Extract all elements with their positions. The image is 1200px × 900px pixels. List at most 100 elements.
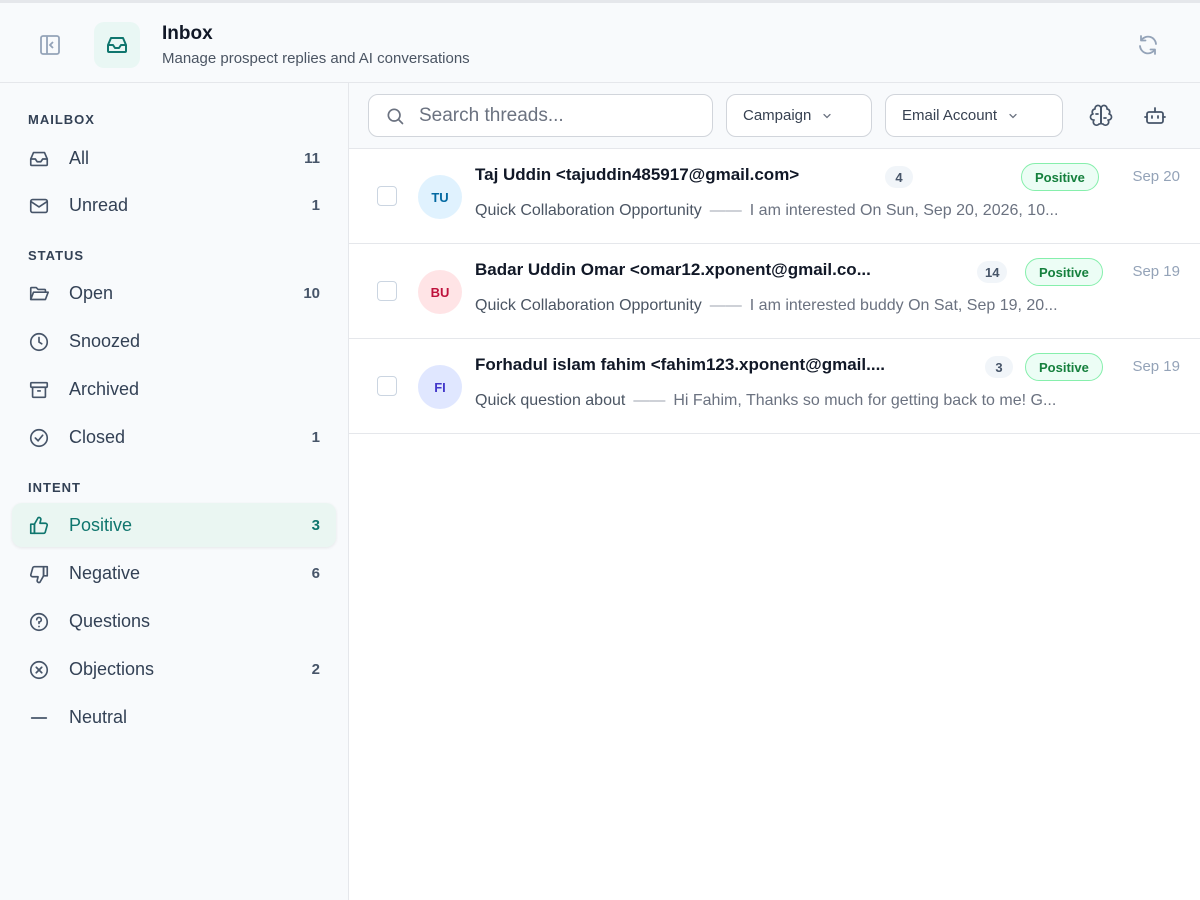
thread-message-count: 3 xyxy=(985,356,1013,378)
check-circle-icon xyxy=(29,428,49,448)
brain-icon xyxy=(1089,104,1113,127)
ai-bot-button[interactable] xyxy=(1143,104,1167,128)
sidebar-collapse-icon xyxy=(40,35,60,55)
sidebar-item-count: 1 xyxy=(311,428,320,446)
search-icon xyxy=(387,108,404,125)
thread-row[interactable]: FI Forhadul islam fahim <fahim123.xponen… xyxy=(349,339,1200,434)
sidebar-item-snoozed[interactable]: Snoozed xyxy=(12,319,336,363)
inbox-icon xyxy=(29,151,49,167)
page-header: Inbox Manage prospect replies and AI con… xyxy=(0,0,1200,83)
thread-date: Sep 20 xyxy=(1132,168,1180,185)
sidebar-item-label: Open xyxy=(69,282,114,303)
intent-badge: Positive xyxy=(1021,163,1099,191)
section-label-mailbox: MAILBOX xyxy=(28,112,95,127)
sidebar-item-label: Neutral xyxy=(69,706,128,727)
sidebar-item-label: Archived xyxy=(69,378,140,399)
inbox-icon xyxy=(107,37,127,53)
help-circle-icon xyxy=(29,612,49,632)
clock-icon xyxy=(29,332,49,352)
archive-icon xyxy=(29,381,49,399)
sidebar: MAILBOX All 11 Unread 1 STATUS Open 10 S… xyxy=(0,83,349,900)
sidebar-item-count: 2 xyxy=(311,660,320,678)
sidebar-item-count: 10 xyxy=(303,284,320,302)
sidebar-item-open[interactable]: Open 10 xyxy=(12,271,336,315)
sidebar-item-label: Questions xyxy=(69,610,151,631)
sidebar-item-objections[interactable]: Objections 2 xyxy=(12,647,336,691)
thread-snippet: I am interested buddy On Sat, Sep 19, 20… xyxy=(749,297,1058,314)
thread-select-checkbox[interactable] xyxy=(377,376,397,396)
intent-badge: Positive xyxy=(1025,353,1103,381)
sidebar-item-label: Objections xyxy=(69,658,155,679)
sidebar-item-count: 11 xyxy=(304,149,320,167)
email-account-dropdown-label: Email Account xyxy=(902,107,998,124)
avatar: TU xyxy=(418,175,462,219)
campaign-dropdown-label: Campaign xyxy=(743,107,812,124)
thread-snippet: Hi Fahim, Thanks so much for getting bac… xyxy=(673,392,1057,409)
thread-snippet: I am interested On Sun, Sep 20, 2026, 10… xyxy=(749,202,1059,219)
ai-brain-button[interactable] xyxy=(1089,104,1113,128)
thread-subject: Quick Collaboration Opportunity xyxy=(475,202,702,219)
sidebar-item-unread[interactable]: Unread 1 xyxy=(12,183,336,227)
thread-row[interactable]: BU Badar Uddin Omar <omar12.xponent@gmai… xyxy=(349,244,1200,339)
minus-icon xyxy=(30,717,48,719)
campaign-dropdown[interactable]: Campaign xyxy=(726,94,872,137)
search-box xyxy=(368,94,713,137)
inbox-badge xyxy=(94,22,140,68)
thread-preview: Quick question about —— Hi Fahim, Thanks s… xyxy=(475,392,1179,410)
avatar: FI xyxy=(418,365,462,409)
thread-select-checkbox[interactable] xyxy=(377,186,397,206)
thread-preview: Quick Collaboration Opportunity —— I am in… xyxy=(475,202,1179,220)
thread-date: Sep 19 xyxy=(1132,358,1180,375)
thread-message-count: 4 xyxy=(885,166,913,188)
page-title: Inbox xyxy=(162,23,213,44)
refresh-button[interactable] xyxy=(1134,31,1162,59)
sidebar-item-questions[interactable]: Questions xyxy=(12,599,336,643)
inbox-app: Inbox Manage prospect replies and AI con… xyxy=(0,0,1200,900)
sidebar-item-label: Unread xyxy=(69,194,129,215)
bot-icon xyxy=(1144,107,1166,124)
sidebar-collapse-button[interactable] xyxy=(37,32,63,58)
sidebar-item-count: 6 xyxy=(311,564,320,582)
thread-preview: Quick Collaboration Opportunity —— I am in… xyxy=(475,297,1179,315)
sidebar-item-label: Closed xyxy=(69,426,126,447)
avatar: BU xyxy=(418,270,462,314)
intent-badge: Positive xyxy=(1025,258,1103,286)
thumbs-down-icon xyxy=(29,565,49,584)
thread-select-checkbox[interactable] xyxy=(377,281,397,301)
mail-icon xyxy=(29,198,49,214)
thread-subject: Quick question about xyxy=(475,392,626,409)
thread-sender: Taj Uddin <tajuddin485917@gmail.com> xyxy=(475,165,800,184)
thread-sender: Badar Uddin Omar <omar12.xponent@gmail.c… xyxy=(475,260,871,279)
sidebar-item-count: 1 xyxy=(311,196,320,214)
sidebar-item-positive[interactable]: Positive 3 xyxy=(12,503,336,547)
sidebar-item-label: Positive xyxy=(69,514,133,535)
preview-separator: —— xyxy=(633,392,666,409)
thread-sender: Forhadul islam fahim <fahim123.xponent@g… xyxy=(475,355,886,374)
email-account-dropdown[interactable]: Email Account xyxy=(885,94,1063,137)
search-input[interactable] xyxy=(419,103,699,129)
chevron-down-icon xyxy=(1009,113,1017,118)
sidebar-item-negative[interactable]: Negative 6 xyxy=(12,551,336,595)
sidebar-item-label: All xyxy=(69,147,90,168)
thread-toolbar: Campaign Email Account xyxy=(349,83,1200,149)
thread-list-panel: Campaign Email Account xyxy=(349,83,1200,900)
sidebar-item-label: Negative xyxy=(69,562,141,583)
sidebar-item-count: 3 xyxy=(311,516,320,534)
thread-date: Sep 19 xyxy=(1132,263,1180,280)
preview-separator: —— xyxy=(709,297,742,314)
section-label-status: STATUS xyxy=(28,248,85,263)
section-label-intent: INTENT xyxy=(28,480,81,495)
sidebar-item-label: Snoozed xyxy=(69,330,141,351)
chevron-down-icon xyxy=(823,113,831,118)
x-circle-icon xyxy=(29,660,49,680)
thumbs-up-icon xyxy=(29,516,49,535)
sidebar-item-neutral[interactable]: Neutral xyxy=(12,695,336,739)
preview-separator: —— xyxy=(709,202,742,219)
sidebar-item-closed[interactable]: Closed 1 xyxy=(12,415,336,459)
thread-message-count: 14 xyxy=(977,261,1008,283)
refresh-icon xyxy=(1139,35,1157,55)
thread-row[interactable]: TU Taj Uddin <tajuddin485917@gmail.com> … xyxy=(349,149,1200,244)
sidebar-item-all[interactable]: All 11 xyxy=(12,136,336,180)
thread-subject: Quick Collaboration Opportunity xyxy=(475,297,702,314)
sidebar-item-archived[interactable]: Archived xyxy=(12,367,336,411)
